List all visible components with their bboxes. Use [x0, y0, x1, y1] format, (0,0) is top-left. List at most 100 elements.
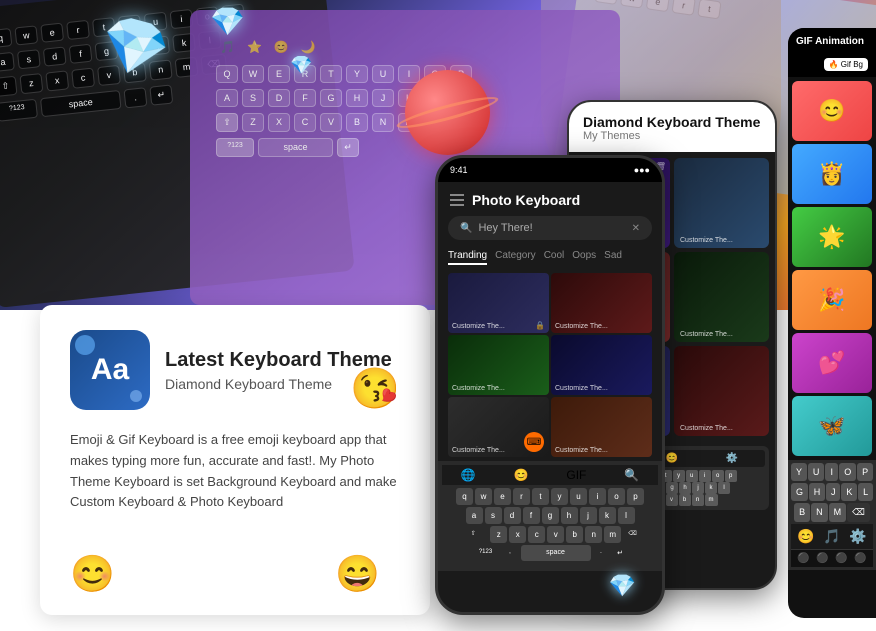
- kiss-emoji: 😘: [350, 365, 400, 412]
- search-placeholder-text[interactable]: Hey There!: [478, 222, 625, 234]
- gif-key-B: B: [794, 503, 810, 522]
- thumb-4-label: Customize The...: [555, 385, 608, 392]
- phone-photo-keyboard: 9:41 ●●● Photo Keyboard 🔍 Hey There! ✕ T…: [435, 155, 665, 615]
- thumb-4[interactable]: Customize The...: [551, 335, 652, 395]
- tab-cool[interactable]: Cool: [544, 248, 565, 265]
- thumb-6[interactable]: Customize The...: [551, 397, 652, 457]
- gif-bt-2: ⚫: [816, 553, 828, 564]
- tab-category[interactable]: Category: [495, 248, 536, 265]
- gif-item-4[interactable]: 🎉: [792, 270, 872, 330]
- gif-key-P: P: [857, 463, 873, 481]
- kb-globe-icon: 🌐: [461, 468, 476, 482]
- fire-icon: 🔥: [829, 60, 839, 69]
- status-icons: ●●●: [634, 165, 650, 175]
- theme-thumbnail-6[interactable]: Customize The...: [674, 346, 769, 436]
- thumb-1[interactable]: Customize The... 🔒: [448, 273, 549, 333]
- gif-emoji-6: 🦋: [792, 396, 872, 456]
- gif-key-U: U: [808, 463, 824, 481]
- gif-key-J: J: [826, 483, 840, 501]
- diamond-kb-icon-smile: 😊: [666, 453, 678, 464]
- diamond-kb-icon-settings: ⚙️: [726, 453, 738, 464]
- gif-emoji-5: 💕: [792, 333, 872, 393]
- tab-sad[interactable]: Sad: [604, 248, 622, 265]
- status-time: 9:41: [450, 165, 468, 175]
- kb-gif-icon: GIF: [566, 468, 586, 482]
- gif-item-3[interactable]: 🌟: [792, 207, 872, 267]
- thumb-3[interactable]: Customize The...: [448, 335, 549, 395]
- phone-gif-animation: GIF Animation 🔥 Gif Bg 😊 👸 🌟 🎉 💕 🦋 Y: [788, 28, 876, 618]
- gif-item-5[interactable]: 💕: [792, 333, 872, 393]
- kb-search-icon: 🔍: [624, 468, 639, 482]
- diamond-decoration-small1: 💎: [210, 5, 245, 38]
- gif-key-N: N: [811, 503, 828, 522]
- diamond-theme-title: Diamond Keyboard Theme: [583, 114, 761, 130]
- kb-row-3: ⇧zxcvbnm⌫: [442, 526, 658, 543]
- thumb-2-label: Customize The...: [555, 323, 608, 330]
- theme-thumbnail-4[interactable]: Customize The...: [674, 252, 769, 342]
- diamond-on-phone-keyboard: 💎: [609, 573, 636, 599]
- gif-emoji-toolbar: 😊 🎵 ⚙️: [791, 524, 873, 549]
- app-info-card: Aa Latest Keyboard Theme Diamond Keyboar…: [40, 305, 430, 615]
- diamond-decoration-small2: 💎: [290, 55, 312, 76]
- tab-tranding[interactable]: Tranding: [448, 248, 487, 265]
- thumb-5-label: Customize The...: [452, 447, 505, 454]
- theme-thumbnail-2[interactable]: Customize The...: [674, 158, 769, 248]
- gif-bg-button[interactable]: 🔥 Gif Bg: [824, 58, 868, 71]
- photo-keyboard-title: Photo Keyboard: [472, 192, 580, 208]
- kb-row-4: ?123 , space . ↵: [442, 545, 658, 561]
- diamond-theme-subtitle: My Themes: [583, 130, 761, 142]
- category-tabs: Tranding Category Cool Oops Sad: [438, 248, 662, 265]
- gif-item-2[interactable]: 👸: [792, 144, 872, 204]
- phone-back-header: Diamond Keyboard Theme My Themes: [569, 102, 775, 152]
- kb-row-1: qwertyuiop: [442, 488, 658, 505]
- gif-key-backspace: ⌫: [847, 503, 870, 522]
- gif-kb-row-3: B N M ⌫: [791, 503, 873, 522]
- gif-kb-row-2: G H J K L: [791, 483, 873, 501]
- gif-key-G: G: [791, 483, 808, 501]
- gif-header: GIF Animation: [788, 28, 876, 55]
- gif-key-L: L: [858, 483, 873, 501]
- aa-letter: Aa: [91, 353, 129, 387]
- search-icon: 🔍: [460, 223, 472, 234]
- theme-label-6: Customize The...: [680, 425, 733, 432]
- clear-search-icon[interactable]: ✕: [632, 223, 640, 234]
- thumb-3-label: Customize The...: [452, 385, 505, 392]
- gif-bt-3: ⚫: [835, 553, 847, 564]
- gif-bt-4: ⚫: [854, 553, 866, 564]
- gif-item-1[interactable]: 😊: [792, 81, 872, 141]
- gif-animation-title: GIF Animation: [796, 36, 864, 47]
- gif-toolbar-emoji: 🎵: [823, 528, 840, 545]
- gif-emoji-1: 😊: [792, 81, 872, 141]
- gif-bg-btn-row: 🔥 Gif Bg: [788, 55, 876, 77]
- grinning-emoji-bottom-right: 😄: [335, 553, 380, 595]
- thumb-1-icon: 🔒: [535, 321, 545, 330]
- gif-emoji-4: 🎉: [792, 270, 872, 330]
- gif-key-K: K: [841, 483, 857, 501]
- gif-bottom-toolbar: ⚫ ⚫ ⚫ ⚫: [791, 549, 873, 567]
- phone-status-bar: 9:41 ●●●: [438, 158, 662, 182]
- tab-oops[interactable]: Oops: [572, 248, 596, 265]
- happy-emoji-bottom-left: 😊: [70, 553, 115, 595]
- gif-toolbar-globe: 😊: [797, 528, 814, 545]
- gif-key-M: M: [829, 503, 847, 522]
- thumb-5[interactable]: Customize The... ⌨: [448, 397, 549, 457]
- gif-kb-row-1: Y U I O P: [791, 463, 873, 481]
- kb-emoji-icon: 😊: [514, 468, 529, 482]
- gif-item-6[interactable]: 🦋: [792, 396, 872, 456]
- thumb-2[interactable]: Customize The...: [551, 273, 652, 333]
- gif-bg-label: Gif Bg: [841, 60, 863, 69]
- hamburger-icon[interactable]: [450, 194, 464, 206]
- thumb-1-label: Customize The...: [452, 323, 505, 330]
- photo-keyboard-header: Photo Keyboard: [438, 182, 662, 216]
- gif-emoji-2: 👸: [792, 144, 872, 204]
- planet-decoration: [405, 70, 490, 155]
- customize-button[interactable]: ⌨: [524, 432, 544, 452]
- gif-toolbar-settings: ⚙️: [849, 528, 866, 545]
- app-icon: Aa: [70, 330, 150, 410]
- gif-phone-keyboard: Y U I O P G H J K L B N M ⌫ 😊 🎵 ⚙️ ⚫ ⚫ ⚫: [788, 460, 876, 570]
- gif-key-H: H: [809, 483, 825, 501]
- gif-key-O: O: [839, 463, 856, 481]
- gif-key-Y: Y: [791, 463, 807, 481]
- phone-keyboard: 🌐 😊 GIF 🔍 qwertyuiop asdfghjkl ⇧zxcvbnm⌫…: [438, 461, 662, 571]
- search-bar[interactable]: 🔍 Hey There! ✕: [448, 216, 652, 240]
